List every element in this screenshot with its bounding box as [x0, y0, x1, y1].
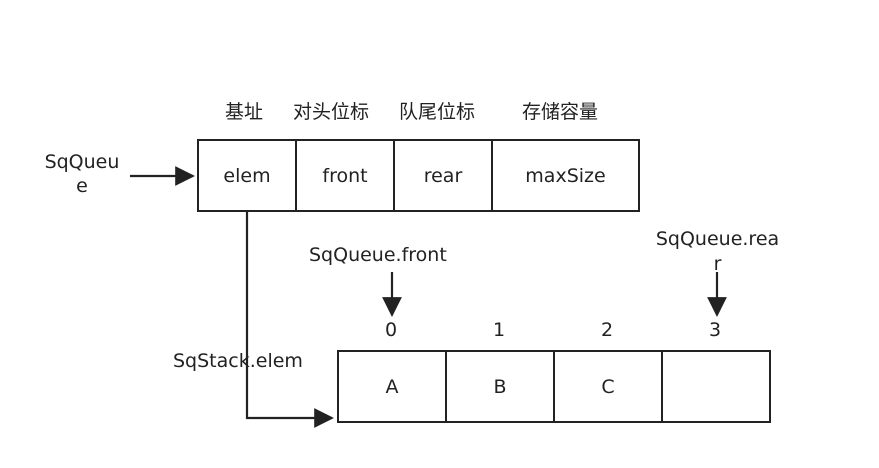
- array-index-3: 3: [709, 319, 722, 341]
- header-rear-index: 队尾位标: [399, 101, 476, 123]
- array-cell: B: [445, 350, 555, 423]
- array-cell: A: [337, 350, 447, 423]
- array-cell: C: [553, 350, 663, 423]
- front-pointer-label: SqQueue.front: [309, 244, 447, 266]
- sqqueue-label-line-2: e: [76, 175, 88, 197]
- header-base-address: 基址: [225, 101, 264, 123]
- struct-cell-elem: elem: [197, 139, 297, 212]
- array-pointer-label: SqStack.elem: [173, 350, 303, 372]
- struct-cell-maxsize: maxSize: [491, 139, 640, 212]
- rear-pointer-label-line-1: SqQueue.rea: [655, 228, 780, 250]
- elem-to-array-arrow: [245, 210, 334, 428]
- array-index-2: 2: [601, 319, 614, 341]
- struct-cell-rear: rear: [393, 139, 493, 212]
- header-front-index: 对头位标: [293, 101, 370, 123]
- header-capacity: 存储容量: [522, 101, 599, 123]
- sqqueue-label: SqQueu e: [36, 150, 128, 198]
- array-index-0: 0: [385, 319, 398, 341]
- rear-pointer-label-line-2: r: [713, 253, 722, 275]
- array-cell: [661, 350, 771, 423]
- array-index-1: 1: [493, 319, 506, 341]
- sqqueue-label-line-1: SqQueu: [44, 151, 120, 173]
- struct-cell-front: front: [295, 139, 395, 212]
- rear-pointer-label: SqQueue.rea r: [645, 227, 790, 277]
